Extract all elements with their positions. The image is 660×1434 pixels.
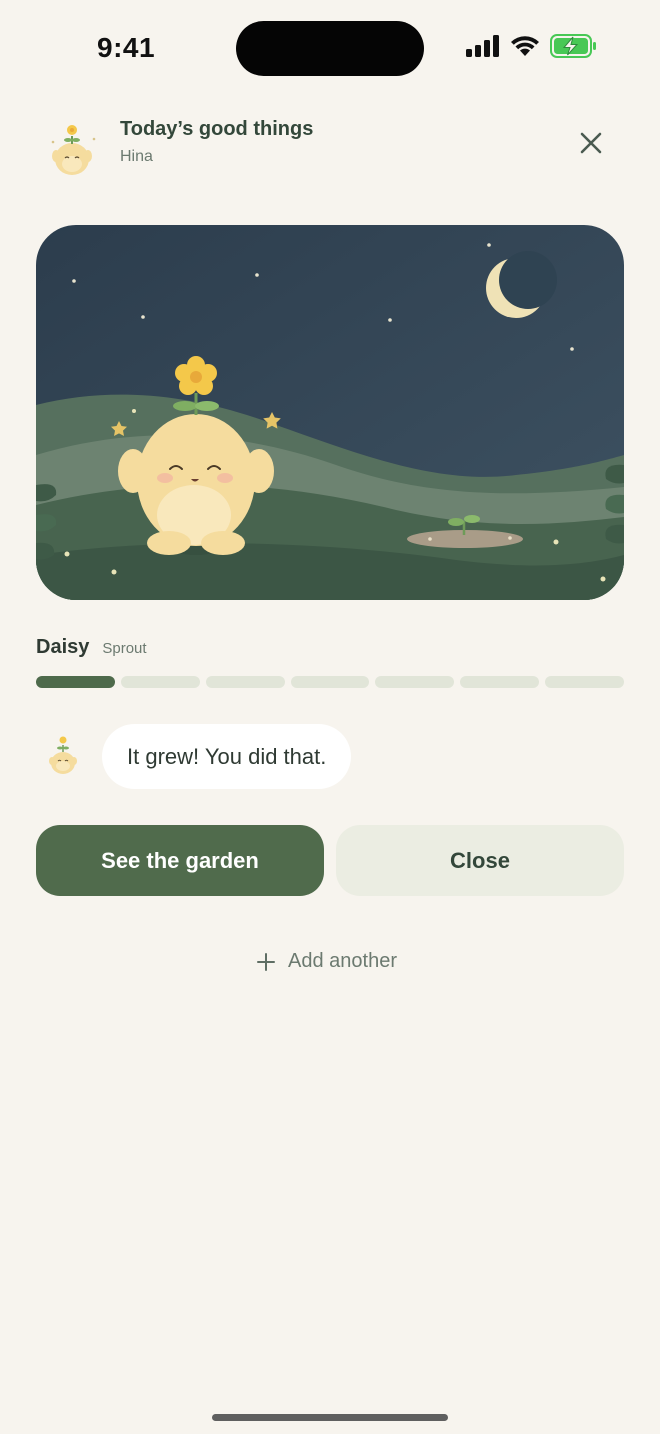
wifi-icon — [511, 36, 539, 56]
growth-progress-bar — [36, 676, 625, 688]
cellular-signal-icon — [466, 35, 499, 57]
plus-icon — [257, 952, 275, 971]
status-bar: 9:41 — [0, 0, 660, 96]
plant-name: Daisy — [36, 636, 90, 658]
progress-segment — [36, 676, 115, 688]
garden-scene — [36, 225, 624, 600]
night-garden-illustration — [36, 225, 624, 600]
page-subtitle: Hina — [120, 148, 153, 165]
status-icons — [466, 34, 598, 58]
add-another-label: Add another — [288, 950, 397, 972]
progress-segment — [460, 676, 540, 688]
message-bubble: It grew! You did that. — [102, 724, 352, 789]
status-time: 9:41 — [97, 32, 156, 63]
header: Today’s good things Hina — [0, 106, 660, 184]
battery-charging-icon — [550, 34, 596, 58]
progress-segment — [120, 676, 200, 688]
plant-info: Daisy Sprout — [36, 636, 147, 659]
progress-segment — [545, 676, 625, 688]
close-icon[interactable] — [574, 126, 608, 160]
plant-stage: Sprout — [102, 640, 147, 657]
page-title: Today’s good things — [120, 118, 314, 140]
progress-segment — [290, 676, 370, 688]
dynamic-island — [236, 21, 424, 76]
add-another-button[interactable]: Add another — [256, 950, 397, 973]
progress-segment — [205, 676, 285, 688]
progress-segment — [375, 676, 455, 688]
see-garden-button[interactable]: See the garden — [36, 825, 324, 896]
close-button[interactable]: Close — [336, 825, 624, 896]
home-indicator[interactable] — [212, 1414, 448, 1421]
buddy-avatar — [49, 736, 77, 774]
sprout-buddy-avatar — [51, 125, 96, 175]
